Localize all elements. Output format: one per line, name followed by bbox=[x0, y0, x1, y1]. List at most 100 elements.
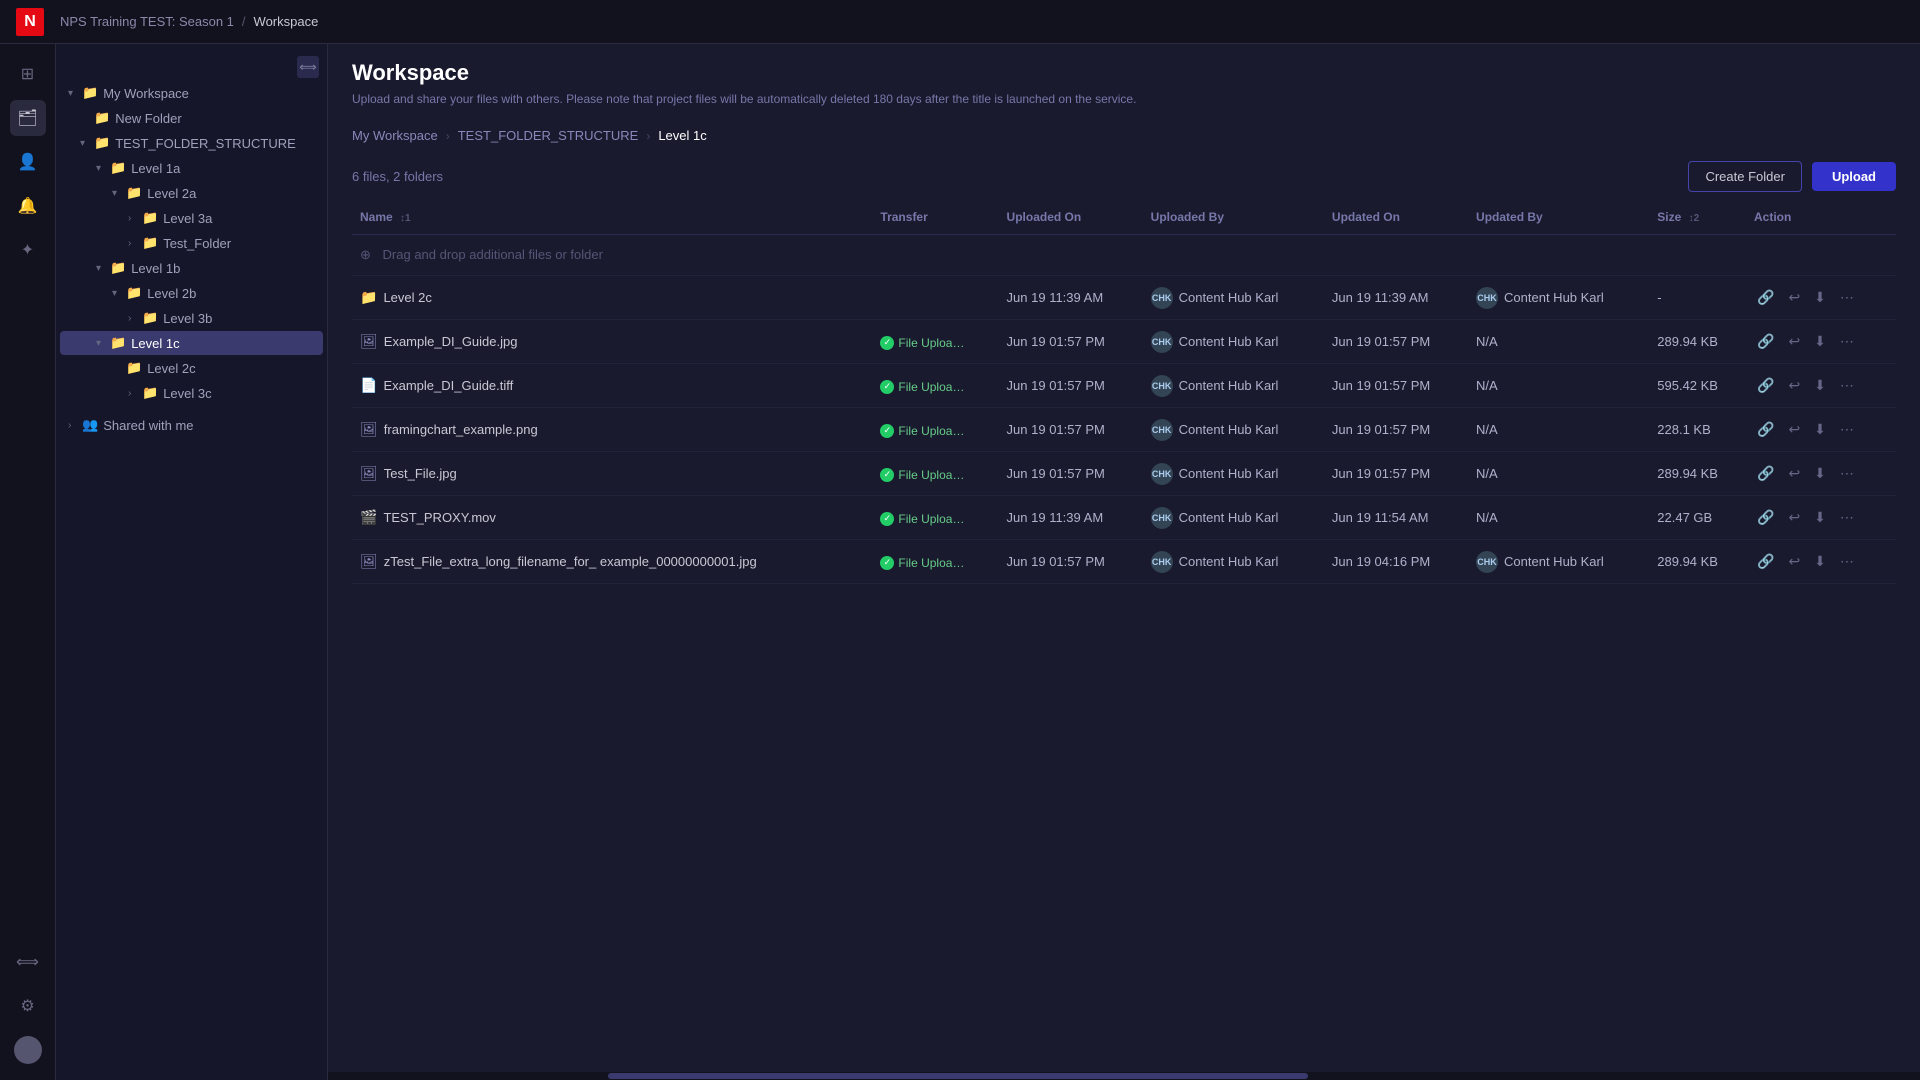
uploaded-on-cell: Jun 19 11:39 AM bbox=[999, 276, 1143, 320]
col-uploaded-by[interactable]: Uploaded By bbox=[1143, 200, 1324, 235]
gear-icon[interactable]: ⚙ bbox=[10, 988, 46, 1024]
uploaded-by-cell: CHK Content Hub Karl bbox=[1143, 276, 1324, 320]
chevron-right-icon: › bbox=[128, 238, 142, 249]
share-icon[interactable]: ↩ bbox=[1785, 330, 1803, 353]
uploaded-by-cell: CHK Content Hub Karl bbox=[1143, 452, 1324, 496]
link-icon[interactable]: 🔗 bbox=[1754, 506, 1777, 529]
page-title: Workspace bbox=[352, 60, 1896, 86]
sidebar-item-level-1a[interactable]: ▾ 📁 Level 1a bbox=[60, 156, 323, 180]
share-icon[interactable]: ↩ bbox=[1785, 462, 1803, 485]
table-row[interactable]: 🖼 zTest_File_extra_long_filename_for_ ex… bbox=[352, 540, 1896, 584]
level2c-folder-icon: 📁 bbox=[126, 360, 142, 376]
sidebar-item-level-1b[interactable]: ▾ 📁 Level 1b bbox=[60, 256, 323, 280]
files-icon[interactable]: 🗂 bbox=[10, 100, 46, 136]
uploader-avatar: CHK bbox=[1151, 463, 1173, 485]
download-icon[interactable]: ⬇ bbox=[1811, 462, 1829, 485]
avatar[interactable] bbox=[10, 1032, 46, 1068]
sidebar-item-test-folder-structure[interactable]: ▾ 📁 TEST_FOLDER_STRUCTURE bbox=[60, 131, 323, 155]
sidebar-item-level-3a[interactable]: › 📁 Level 3a bbox=[60, 206, 323, 230]
folder-nav-root[interactable]: My Workspace bbox=[352, 128, 438, 143]
table-row[interactable]: 🖼 Test_File.jpg ✓File Uploa… Jun 19 01:5… bbox=[352, 452, 1896, 496]
chevron-down-icon: ▾ bbox=[96, 338, 110, 349]
user-icon[interactable]: 👤 bbox=[10, 144, 46, 180]
sidebar-item-level-2c[interactable]: 📁 Level 2c bbox=[60, 356, 323, 380]
link-icon[interactable]: 🔗 bbox=[1754, 374, 1777, 397]
na-label: N/A bbox=[1476, 510, 1498, 525]
share-icon[interactable]: ↩ bbox=[1785, 418, 1803, 441]
sidebar-item-level-3b[interactable]: › 📁 Level 3b bbox=[60, 306, 323, 330]
more-icon[interactable]: ⋯ bbox=[1837, 550, 1857, 573]
horizontal-scrollbar[interactable] bbox=[328, 1072, 1920, 1080]
link-icon[interactable]: 🔗 bbox=[1754, 550, 1777, 573]
more-icon[interactable]: ⋯ bbox=[1837, 462, 1857, 485]
file-name: Level 2c bbox=[383, 290, 431, 305]
sidebar-item-level-2a[interactable]: ▾ 📁 Level 2a bbox=[60, 181, 323, 205]
link-icon[interactable]: 🔗 bbox=[1754, 462, 1777, 485]
more-icon[interactable]: ⋯ bbox=[1837, 374, 1857, 397]
link-icon[interactable]: 🔗 bbox=[1754, 418, 1777, 441]
share-icon[interactable]: ↩ bbox=[1785, 374, 1803, 397]
size-cell: 289.94 KB bbox=[1649, 452, 1746, 496]
collapse-icon[interactable]: ⟺ bbox=[10, 944, 46, 980]
table-row[interactable]: 📁 Level 2c Jun 19 11:39 AM CHK Content H… bbox=[352, 276, 1896, 320]
download-icon[interactable]: ⬇ bbox=[1811, 506, 1829, 529]
drag-drop-text: Drag and drop additional files or folder bbox=[383, 247, 603, 262]
sidebar-item-new-folder[interactable]: 📁 New Folder bbox=[60, 106, 323, 130]
uploader-cell: CHK Content Hub Karl bbox=[1151, 287, 1316, 309]
updated-on-cell: Jun 19 01:57 PM bbox=[1324, 408, 1468, 452]
breadcrumb-separator: / bbox=[242, 14, 246, 29]
table-row[interactable]: 📄 Example_DI_Guide.tiff ✓File Uploa… Jun… bbox=[352, 364, 1896, 408]
transfer-cell: ✓File Uploa… bbox=[872, 364, 998, 408]
action-cell: 🔗 ↩ ⬇ ⋯ bbox=[1754, 550, 1888, 573]
status-badge: ✓File Uploa… bbox=[880, 556, 964, 570]
download-icon[interactable]: ⬇ bbox=[1811, 330, 1829, 353]
file-count: 6 files, 2 folders bbox=[352, 169, 443, 184]
chevron-right-icon: › bbox=[128, 388, 142, 399]
folder-icon: 📁 bbox=[360, 289, 377, 306]
col-uploaded-on[interactable]: Uploaded On bbox=[999, 200, 1143, 235]
col-name[interactable]: Name ↕1 bbox=[352, 200, 872, 235]
sidebar-item-my-workspace[interactable]: ▾ 📁 My Workspace bbox=[60, 81, 323, 105]
sidebar-item-level-1c[interactable]: ▾ 📁 Level 1c bbox=[60, 331, 323, 355]
ai-icon[interactable]: ✦ bbox=[10, 232, 46, 268]
folder-nav-tfs[interactable]: TEST_FOLDER_STRUCTURE bbox=[458, 128, 639, 143]
col-updated-on[interactable]: Updated On bbox=[1324, 200, 1468, 235]
bell-icon[interactable]: 🔔 bbox=[10, 188, 46, 224]
upload-button[interactable]: Upload bbox=[1812, 162, 1896, 191]
col-size[interactable]: Size ↕2 bbox=[1649, 200, 1746, 235]
share-icon[interactable]: ↩ bbox=[1785, 286, 1803, 309]
col-action: Action bbox=[1746, 200, 1896, 235]
sidebar-item-level-3c[interactable]: › 📁 Level 3c bbox=[60, 381, 323, 405]
table-row[interactable]: 🎬 TEST_PROXY.mov ✓File Uploa… Jun 19 11:… bbox=[352, 496, 1896, 540]
size-cell: 22.47 GB bbox=[1649, 496, 1746, 540]
home-icon[interactable]: ⊞ bbox=[10, 56, 46, 92]
download-icon[interactable]: ⬇ bbox=[1811, 286, 1829, 309]
sidebar-item-test-folder[interactable]: › 📁 Test_Folder bbox=[60, 231, 323, 255]
sidebar-item-level-2b[interactable]: ▾ 📁 Level 2b bbox=[60, 281, 323, 305]
col-updated-by[interactable]: Updated By bbox=[1468, 200, 1649, 235]
breadcrumb-project[interactable]: NPS Training TEST: Season 1 bbox=[60, 14, 234, 29]
sidebar-item-shared-with-me[interactable]: › 👥 Shared with me bbox=[60, 413, 323, 437]
uploader-name: Content Hub Karl bbox=[1179, 510, 1279, 525]
file-table-wrapper: Name ↕1 Transfer Uploaded On Uploaded By… bbox=[328, 200, 1920, 1072]
download-icon[interactable]: ⬇ bbox=[1811, 374, 1829, 397]
download-icon[interactable]: ⬇ bbox=[1811, 550, 1829, 573]
download-icon[interactable]: ⬇ bbox=[1811, 418, 1829, 441]
table-row[interactable]: 🖼 Example_DI_Guide.jpg ✓File Uploa… Jun … bbox=[352, 320, 1896, 364]
drag-drop-icon: ⊕ bbox=[360, 247, 371, 262]
col-transfer[interactable]: Transfer bbox=[872, 200, 998, 235]
more-icon[interactable]: ⋯ bbox=[1837, 330, 1857, 353]
uploader-name: Content Hub Karl bbox=[1179, 554, 1279, 569]
more-icon[interactable]: ⋯ bbox=[1837, 418, 1857, 441]
create-folder-button[interactable]: Create Folder bbox=[1688, 161, 1801, 192]
uploader-cell: CHK Content Hub Karl bbox=[1151, 463, 1316, 485]
sidebar-toggle-button[interactable]: ⟺ bbox=[297, 56, 319, 78]
table-row[interactable]: 🖼 framingchart_example.png ✓File Uploa… … bbox=[352, 408, 1896, 452]
link-icon[interactable]: 🔗 bbox=[1754, 330, 1777, 353]
link-icon[interactable]: 🔗 bbox=[1754, 286, 1777, 309]
uploaded-on-cell: Jun 19 11:39 AM bbox=[999, 496, 1143, 540]
more-icon[interactable]: ⋯ bbox=[1837, 286, 1857, 309]
share-icon[interactable]: ↩ bbox=[1785, 550, 1803, 573]
share-icon[interactable]: ↩ bbox=[1785, 506, 1803, 529]
more-icon[interactable]: ⋯ bbox=[1837, 506, 1857, 529]
